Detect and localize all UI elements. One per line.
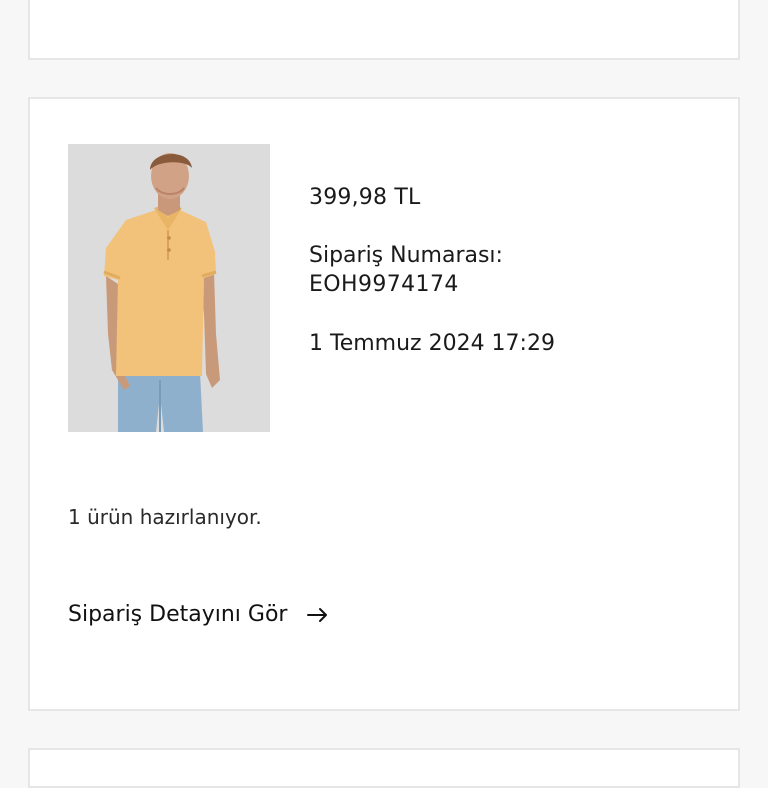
view-order-details-label: Sipariş Detayını Gör — [68, 602, 288, 627]
order-card: 399,98 TL Sipariş Numarası: EOH9974174 1… — [28, 97, 740, 711]
order-date: 1 Temmuz 2024 17:29 — [309, 331, 555, 356]
order-number: EOH9974174 — [309, 272, 459, 297]
next-order-card — [28, 748, 740, 788]
previous-order-card — [28, 0, 740, 60]
arrow-right-icon — [307, 607, 328, 622]
product-image[interactable] — [68, 144, 270, 432]
order-number-label: Sipariş Numarası: — [309, 243, 503, 268]
order-status: 1 ürün hazırlanıyor. — [68, 505, 262, 529]
order-price: 399,98 TL — [309, 185, 421, 210]
view-order-details-link[interactable]: Sipariş Detayını Gör — [68, 602, 329, 627]
